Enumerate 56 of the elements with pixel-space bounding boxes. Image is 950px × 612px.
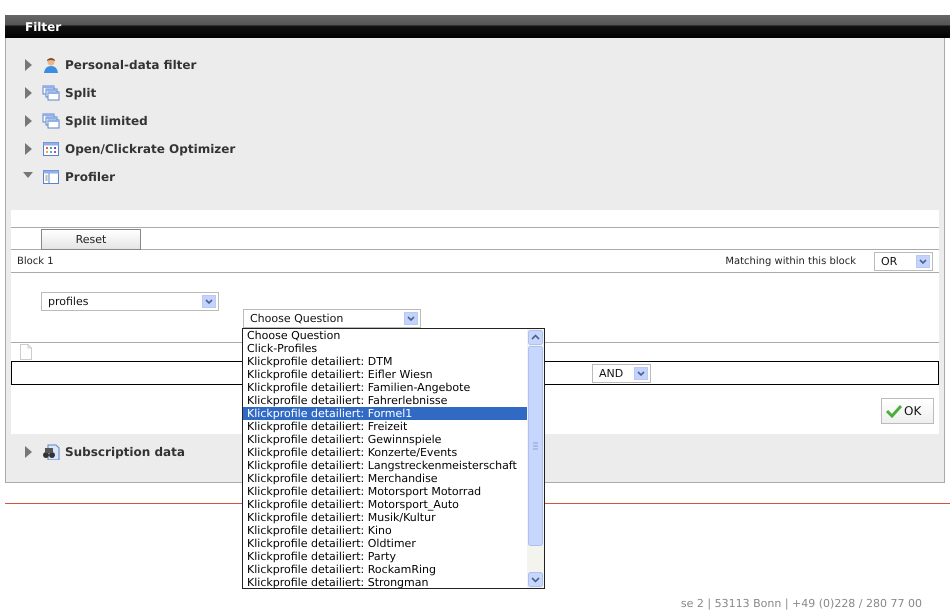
dropdown-option[interactable]: Klickprofile detailiert: Kino bbox=[243, 524, 527, 537]
chevron-down-icon bbox=[634, 366, 648, 380]
section-title[interactable]: Profiler bbox=[65, 170, 116, 184]
expand-triangle-icon[interactable] bbox=[23, 143, 33, 155]
dropdown-option[interactable]: Klickprofile detailiert: Langstreckenmeisterschaft bbox=[243, 459, 527, 472]
section-title[interactable]: Open/Clickrate Optimizer bbox=[65, 142, 236, 156]
expand-triangle-icon[interactable] bbox=[23, 115, 33, 127]
dropdown-option[interactable]: Klickprofile detailiert: Motorsport_Auto bbox=[243, 498, 527, 511]
binoculars-icon bbox=[42, 444, 60, 460]
dropdown-option[interactable]: Klickprofile detailiert: Eifler Wiesn bbox=[243, 368, 527, 381]
scrollbar[interactable] bbox=[527, 329, 544, 588]
dropdown-option[interactable]: Klickprofile detailiert: Merchandise bbox=[243, 472, 527, 485]
dropdown-option[interactable]: Klickprofile detailiert: Party bbox=[243, 550, 527, 563]
dropdown-option[interactable]: Klickprofile detailiert: Formel1 bbox=[243, 407, 527, 420]
chevron-down-icon bbox=[404, 312, 418, 325]
section-title[interactable]: Personal-data filter bbox=[65, 58, 196, 72]
dropdown-option[interactable]: Klickprofile detailiert: Strongman bbox=[243, 576, 527, 588]
dropdown-option[interactable]: Klickprofile detailiert: Konzerte/Events bbox=[243, 446, 527, 459]
dropdown-option[interactable]: Click-Profiles bbox=[243, 342, 527, 355]
windows-icon bbox=[42, 113, 60, 129]
combine-select[interactable]: AND bbox=[592, 364, 651, 382]
question-select[interactable]: Choose Question bbox=[243, 309, 421, 328]
dropdown-option[interactable]: Klickprofile detailiert: RockamRing bbox=[243, 563, 527, 576]
dropdown-option[interactable]: Klickprofile detailiert: Gewinnspiele bbox=[243, 433, 527, 446]
dropdown-option[interactable]: Klickprofile detailiert: Fahrerlebnisse bbox=[243, 394, 527, 407]
section-title[interactable]: Subscription data bbox=[65, 445, 185, 459]
matching-label: Matching within this block bbox=[725, 256, 856, 266]
scroll-down-icon bbox=[528, 572, 543, 587]
window-icon bbox=[42, 169, 60, 185]
dropdown-option[interactable]: Choose Question bbox=[243, 329, 527, 342]
reset-button[interactable]: Reset bbox=[41, 229, 141, 250]
person-icon bbox=[42, 57, 60, 73]
source-select[interactable]: profiles bbox=[41, 292, 219, 311]
matching-select[interactable]: OR bbox=[874, 252, 933, 270]
windows-icon bbox=[42, 85, 60, 101]
section-title[interactable]: Split limited bbox=[65, 114, 148, 128]
footer-address: se 2 | 53113 Bonn | +49 (0)228 / 280 77 00 bbox=[680, 597, 923, 610]
expand-triangle-icon[interactable] bbox=[23, 446, 33, 458]
panel-title: Filter bbox=[25, 20, 62, 34]
check-icon bbox=[886, 404, 902, 418]
dropdown-option[interactable]: Klickprofile detailiert: Freizeit bbox=[243, 420, 527, 433]
dropdown-option[interactable]: Klickprofile detailiert: Familien-Angebote bbox=[243, 381, 527, 394]
expand-triangle-icon[interactable] bbox=[23, 87, 33, 99]
block-title: Block 1 bbox=[17, 256, 54, 266]
section-title[interactable]: Split bbox=[65, 86, 96, 100]
document-icon bbox=[19, 344, 33, 360]
dropdown-option[interactable]: Klickprofile detailiert: Oldtimer bbox=[243, 537, 527, 550]
expand-triangle-icon[interactable] bbox=[23, 59, 33, 71]
dropdown-option[interactable]: Klickprofile detailiert: Motorsport Motorrad bbox=[243, 485, 527, 498]
scroll-up-icon bbox=[528, 330, 543, 345]
chevron-down-icon bbox=[916, 254, 930, 268]
calendar-icon bbox=[42, 141, 60, 157]
ok-button[interactable]: OK bbox=[881, 398, 934, 424]
dropdown-option[interactable]: Klickprofile detailiert: Musik/Kultur bbox=[243, 511, 527, 524]
dropdown-option[interactable]: Klickprofile detailiert: DTM bbox=[243, 355, 527, 368]
chevron-down-icon bbox=[202, 295, 216, 308]
